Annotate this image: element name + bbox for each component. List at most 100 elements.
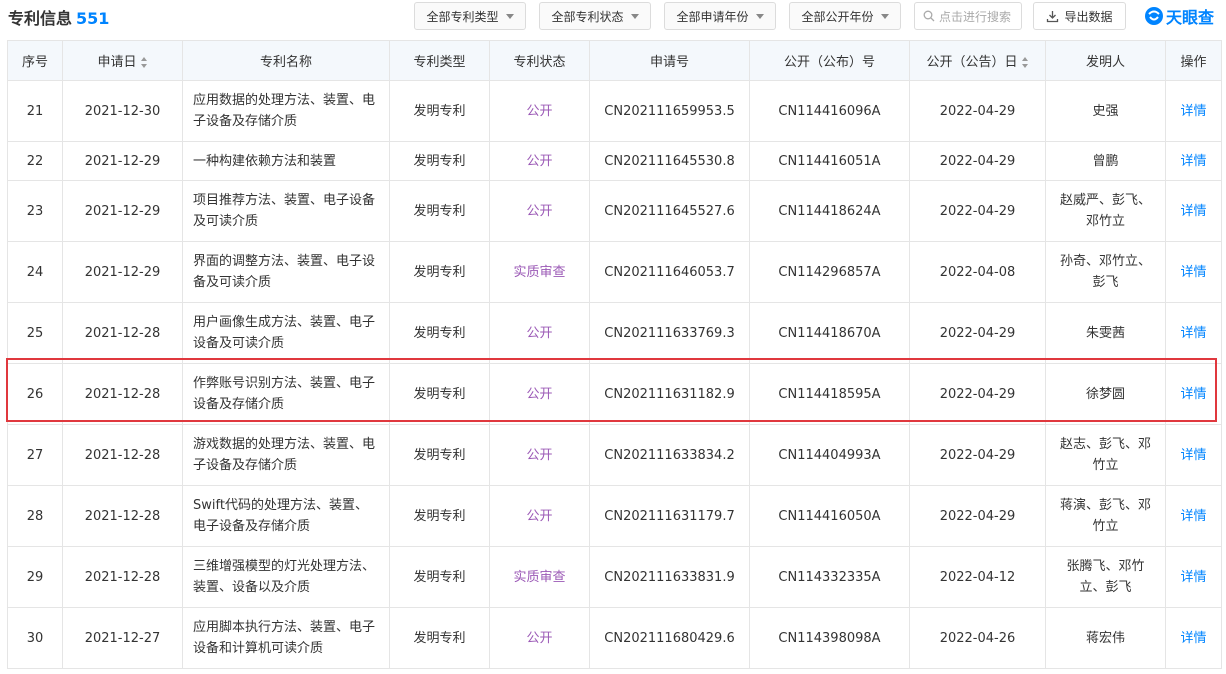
cell-status: 公开: [489, 607, 590, 669]
cell-pub-date: 2022-04-08: [909, 241, 1046, 303]
cell-pub-no: CN114404993A: [749, 424, 910, 486]
cell-status: 公开: [489, 363, 590, 425]
table-row: 26 2021-12-28 作弊账号识别方法、装置、电子设备及存储介质 发明专利…: [7, 363, 1222, 425]
col-header-app-no: 申请号: [589, 40, 750, 81]
cell-app-no: CN202111645530.8: [589, 141, 750, 181]
details-link[interactable]: 详情: [1165, 546, 1222, 608]
cell-date: 2021-12-30: [62, 80, 183, 142]
cell-name: 一种构建依赖方法和装置: [182, 141, 390, 181]
cell-type: 发明专利: [389, 141, 490, 181]
sort-icon[interactable]: [1021, 57, 1029, 68]
search-icon: [923, 10, 935, 22]
cell-type: 发明专利: [389, 241, 490, 303]
cell-type: 发明专利: [389, 363, 490, 425]
cell-app-no: CN202111631182.9: [589, 363, 750, 425]
cell-no: 21: [7, 80, 63, 142]
cell-status: 实质审查: [489, 241, 590, 303]
table-row: 28 2021-12-28 Swift代码的处理方法、装置、电子设备及存储介质 …: [7, 485, 1222, 547]
cell-pub-no: CN114418670A: [749, 302, 910, 364]
cell-inventor: 徐梦圆: [1045, 363, 1166, 425]
patent-count: 551: [76, 9, 110, 28]
cell-status: 公开: [489, 141, 590, 181]
details-link[interactable]: 详情: [1165, 302, 1222, 364]
apply-year-filter[interactable]: 全部申请年份: [664, 2, 776, 30]
export-button[interactable]: 导出数据: [1033, 2, 1126, 30]
cell-date: 2021-12-28: [62, 363, 183, 425]
cell-type: 发明专利: [389, 302, 490, 364]
cell-name: 应用脚本执行方法、装置、电子设备和计算机可读介质: [182, 607, 390, 669]
cell-no: 23: [7, 180, 63, 242]
patent-table: 序号 申请日 专利名称 专利类型 专利状态 申请号 公开（公布）号 公开（公告）…: [7, 40, 1222, 669]
col-header-no: 序号: [7, 40, 63, 81]
cell-name: 游戏数据的处理方法、装置、电子设备及存储介质: [182, 424, 390, 486]
cell-pub-no: CN114416051A: [749, 141, 910, 181]
cell-pub-no: CN114416050A: [749, 485, 910, 547]
details-link[interactable]: 详情: [1165, 141, 1222, 181]
col-header-date[interactable]: 申请日: [62, 40, 183, 81]
col-header-label: 申请日: [97, 55, 137, 70]
cell-inventor: 赵威严、彭飞、邓竹立: [1045, 180, 1166, 242]
col-header-pub-date[interactable]: 公开（公告）日: [909, 40, 1046, 81]
details-link[interactable]: 详情: [1165, 80, 1222, 142]
cell-type: 发明专利: [389, 80, 490, 142]
col-header-status: 专利状态: [489, 40, 590, 81]
search-input[interactable]: 点击进行搜索: [914, 2, 1022, 30]
patent-status-filter[interactable]: 全部专利状态: [539, 2, 651, 30]
cell-app-no: CN202111633834.2: [589, 424, 750, 486]
cell-type: 发明专利: [389, 424, 490, 486]
cell-pub-no: CN114398098A: [749, 607, 910, 669]
download-icon: [1047, 10, 1059, 22]
details-link[interactable]: 详情: [1165, 607, 1222, 669]
details-link[interactable]: 详情: [1165, 363, 1222, 425]
patent-type-filter[interactable]: 全部专利类型: [414, 2, 526, 30]
cell-inventor: 蒋宏伟: [1045, 607, 1166, 669]
table-row: 23 2021-12-29 项目推荐方法、装置、电子设备及可读介质 发明专利 公…: [7, 180, 1222, 242]
details-link[interactable]: 详情: [1165, 180, 1222, 242]
caret-down-icon: [630, 13, 639, 19]
cell-status: 公开: [489, 80, 590, 142]
export-label: 导出数据: [1064, 9, 1113, 24]
cell-pub-date: 2022-04-26: [909, 607, 1046, 669]
cell-pub-no: CN114296857A: [749, 241, 910, 303]
filter-label: 全部专利类型: [426, 9, 499, 24]
cell-date: 2021-12-29: [62, 141, 183, 181]
title-text: 专利信息: [8, 9, 73, 28]
tianyancha-logo: 天眼查: [1144, 4, 1214, 28]
table-header-row: 序号 申请日 专利名称 专利类型 专利状态 申请号 公开（公布）号 公开（公告）…: [7, 40, 1222, 81]
cell-status: 公开: [489, 302, 590, 364]
cell-type: 发明专利: [389, 607, 490, 669]
search-placeholder: 点击进行搜索: [939, 9, 1012, 24]
cell-pub-no: CN114418595A: [749, 363, 910, 425]
cell-name: 作弊账号识别方法、装置、电子设备及存储介质: [182, 363, 390, 425]
publish-year-filter[interactable]: 全部公开年份: [789, 2, 901, 30]
table-row: 27 2021-12-28 游戏数据的处理方法、装置、电子设备及存储介质 发明专…: [7, 424, 1222, 486]
cell-name: 界面的调整方法、装置、电子设备及可读介质: [182, 241, 390, 303]
sort-icon[interactable]: [140, 57, 148, 68]
details-link[interactable]: 详情: [1165, 424, 1222, 486]
caret-down-icon: [505, 13, 514, 19]
cell-pub-date: 2022-04-29: [909, 424, 1046, 486]
cell-inventor: 史强: [1045, 80, 1166, 142]
caret-down-icon: [755, 13, 764, 19]
cell-no: 24: [7, 241, 63, 303]
details-link[interactable]: 详情: [1165, 241, 1222, 303]
cell-pub-date: 2022-04-29: [909, 302, 1046, 364]
cell-app-no: CN202111645527.6: [589, 180, 750, 242]
cell-no: 22: [7, 141, 63, 181]
cell-date: 2021-12-29: [62, 241, 183, 303]
cell-pub-date: 2022-04-29: [909, 363, 1046, 425]
cell-date: 2021-12-28: [62, 546, 183, 608]
cell-name: 用户画像生成方法、装置、电子设备及可读介质: [182, 302, 390, 364]
cell-pub-date: 2022-04-29: [909, 485, 1046, 547]
col-header-inventor: 发明人: [1045, 40, 1166, 81]
cell-name: 三维增强模型的灯光处理方法、装置、设备以及介质: [182, 546, 390, 608]
details-link[interactable]: 详情: [1165, 485, 1222, 547]
cell-inventor: 张腾飞、邓竹立、彭飞: [1045, 546, 1166, 608]
col-header-type: 专利类型: [389, 40, 490, 81]
col-header-name: 专利名称: [182, 40, 390, 81]
cell-inventor: 孙奇、邓竹立、彭飞: [1045, 241, 1166, 303]
col-header-pub-no: 公开（公布）号: [749, 40, 910, 81]
cell-name: Swift代码的处理方法、装置、电子设备及存储介质: [182, 485, 390, 547]
cell-type: 发明专利: [389, 546, 490, 608]
cell-name: 项目推荐方法、装置、电子设备及可读介质: [182, 180, 390, 242]
